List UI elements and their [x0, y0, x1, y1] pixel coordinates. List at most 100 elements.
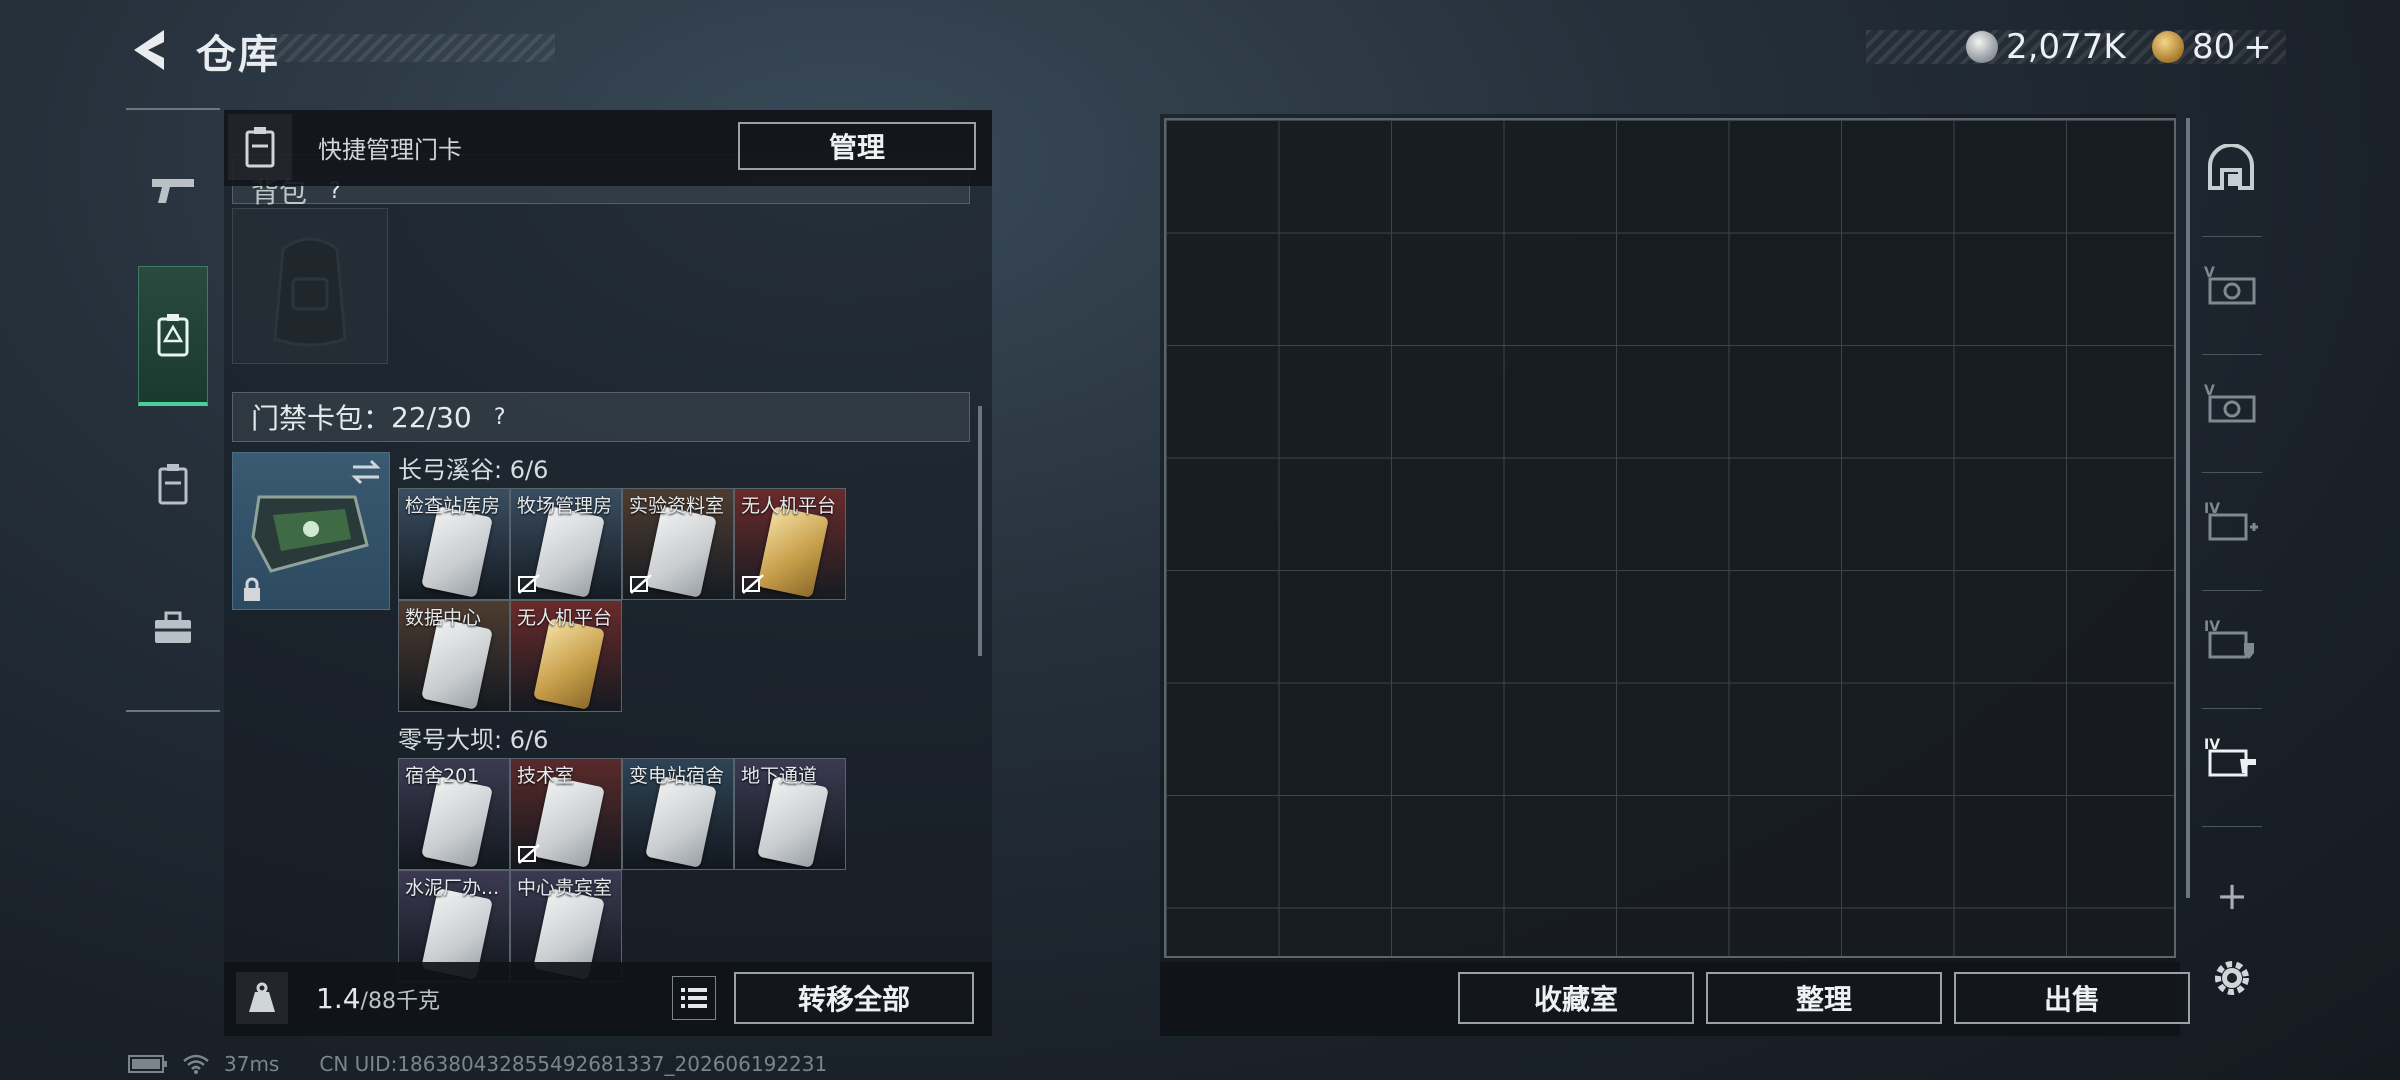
keycard-image: [757, 506, 829, 598]
keycard-image: [421, 618, 493, 710]
nav-keycards[interactable]: [138, 266, 208, 406]
stash-expansion-v-icon: V: [2204, 383, 2256, 423]
keycard-name: 变电站宿舍: [629, 765, 725, 787]
pistol-icon: [152, 179, 194, 203]
stash-tab-iv-armor[interactable]: IV: [2196, 580, 2266, 698]
keycard-item[interactable]: 实验资料室: [622, 488, 734, 600]
keycard-name: 地下通道: [741, 765, 818, 787]
list-icon: [681, 988, 707, 1008]
wifi-icon: [183, 1054, 209, 1074]
keycard-item[interactable]: 检查站库房: [398, 488, 510, 600]
sort-button[interactable]: 整理: [1706, 972, 1942, 1024]
keycard-item[interactable]: 变电站宿舍: [622, 758, 734, 870]
stash-scrollbar[interactable]: [2186, 118, 2190, 898]
keycard-pack-slot[interactable]: [232, 452, 390, 610]
lock-icon: [244, 577, 260, 601]
stash-tab-rail: V V IV IV IV: [2196, 108, 2266, 948]
keycard-bag-icon: [157, 313, 189, 356]
weight-current: 1.4: [316, 982, 361, 1015]
keycard-item[interactable]: 技术室: [510, 758, 622, 870]
stash-tab-iv-weapons[interactable]: IV: [2196, 698, 2266, 816]
stash-grid[interactable]: [1164, 118, 2176, 958]
quick-manage-icon-box: [228, 114, 292, 180]
backpack-placeholder-icon: [273, 237, 347, 347]
stash-tab-main[interactable]: [2196, 108, 2266, 226]
collection-room-button[interactable]: 收藏室: [1458, 972, 1694, 1024]
gold-currency[interactable]: 80 +: [2152, 24, 2272, 70]
keycard-name: 检查站库房: [405, 495, 501, 517]
gear-icon[interactable]: [2208, 954, 2256, 1002]
keycard-pack-header: 门禁卡包： 22/30 ?: [232, 392, 970, 442]
keycard-name: 实验资料室: [629, 495, 725, 517]
keycard-image: [533, 776, 605, 868]
transfer-all-button[interactable]: 转移全部: [734, 972, 974, 1024]
list-view-button[interactable]: [672, 976, 716, 1020]
keycard-group-title: 长弓溪谷: 6/6: [398, 456, 549, 484]
gold-add-button[interactable]: +: [2243, 27, 2272, 67]
category-nav: [126, 108, 220, 712]
keycard-name: 数据中心: [405, 607, 482, 629]
keycard-name: 中心贵宾室: [517, 877, 613, 899]
status-bar: 37ms CN UID:18638043285549268133​7_20260…: [128, 1052, 827, 1076]
weight-icon: [249, 982, 275, 1012]
keycard-pack-label: 门禁卡包：: [251, 402, 392, 435]
keycard-pack-count: 22/30: [391, 400, 472, 434]
keycard-name: 牧场管理房: [517, 495, 613, 517]
keycard-image: [757, 776, 829, 868]
rail-divider: [2202, 826, 2262, 827]
battery-icon: [128, 1055, 167, 1073]
silver-amount: 2,077K: [2006, 27, 2126, 67]
add-stash-tab-button[interactable]: +: [2212, 874, 2252, 918]
stash-expansion-armor-icon: IV: [2204, 619, 2254, 659]
backpack-slot[interactable]: [232, 208, 388, 364]
gold-coin-icon: [2152, 31, 2184, 63]
swap-icon[interactable]: [349, 459, 383, 485]
keycard-item[interactable]: 地下通道: [734, 758, 846, 870]
keycard-name: 技术室: [517, 765, 575, 787]
keycard-item[interactable]: 无人机平台: [734, 488, 846, 600]
keycard-name: 无人机平台: [517, 607, 613, 629]
stash-expansion-weapon-icon: IV: [2204, 737, 2256, 777]
stash-expansion-medical-icon: IV: [2204, 501, 2258, 541]
nav-weapons[interactable]: [126, 140, 220, 240]
keycard-image: [645, 506, 717, 598]
keycard-image: [533, 506, 605, 598]
keycard-item[interactable]: 牧场管理房: [510, 488, 622, 600]
untradable-icon: [518, 844, 540, 864]
vault-icon: [2208, 144, 2254, 190]
nav-container[interactable]: [126, 434, 220, 534]
untradable-icon: [742, 574, 764, 594]
stash-expansion-v-icon: V: [2204, 265, 2256, 305]
keycard-item[interactable]: 无人机平台: [510, 600, 622, 712]
page-title: 仓库: [196, 32, 280, 78]
keycard-item[interactable]: 数据中心: [398, 600, 510, 712]
keycard-image: [533, 618, 605, 710]
silver-coin-icon: [1966, 31, 1998, 63]
stash-tab-v-1[interactable]: V: [2196, 226, 2266, 344]
keycard-item[interactable]: 宿舍201: [398, 758, 510, 870]
case-icon: [245, 127, 275, 168]
case-icon: [158, 464, 188, 505]
silver-currency: 2,077K: [1966, 24, 2126, 70]
keycard-pack-help-button[interactable]: ?: [486, 403, 514, 431]
sell-button[interactable]: 出售: [1954, 972, 2190, 1024]
gold-amount: 80: [2192, 27, 2236, 67]
manage-button[interactable]: 管理: [738, 122, 976, 170]
stash-tab-iv-medical[interactable]: IV: [2196, 462, 2266, 580]
back-arrow-icon[interactable]: [124, 24, 176, 76]
toolbox-icon: [155, 611, 191, 643]
keycard-image: [421, 776, 493, 868]
untradable-icon: [630, 574, 652, 594]
quick-manage-label: 快捷管理门卡: [318, 136, 462, 164]
keycard-name: 无人机平台: [741, 495, 837, 517]
keycard-group-title: 零号大坝: 6/6: [398, 726, 549, 754]
keycard-name: 宿舍201: [405, 765, 480, 787]
keycard-image: [645, 776, 717, 868]
stash-tab-v-2[interactable]: V: [2196, 344, 2266, 462]
ping-readout: 37ms: [224, 1052, 280, 1076]
user-uid: CN UID:18638043285549268133​7_2026061922…: [319, 1052, 828, 1076]
keycard-image: [421, 506, 493, 598]
nav-equipment[interactable]: [126, 578, 220, 678]
untradable-icon: [518, 574, 540, 594]
backpack-scrollbar[interactable]: [978, 406, 982, 656]
